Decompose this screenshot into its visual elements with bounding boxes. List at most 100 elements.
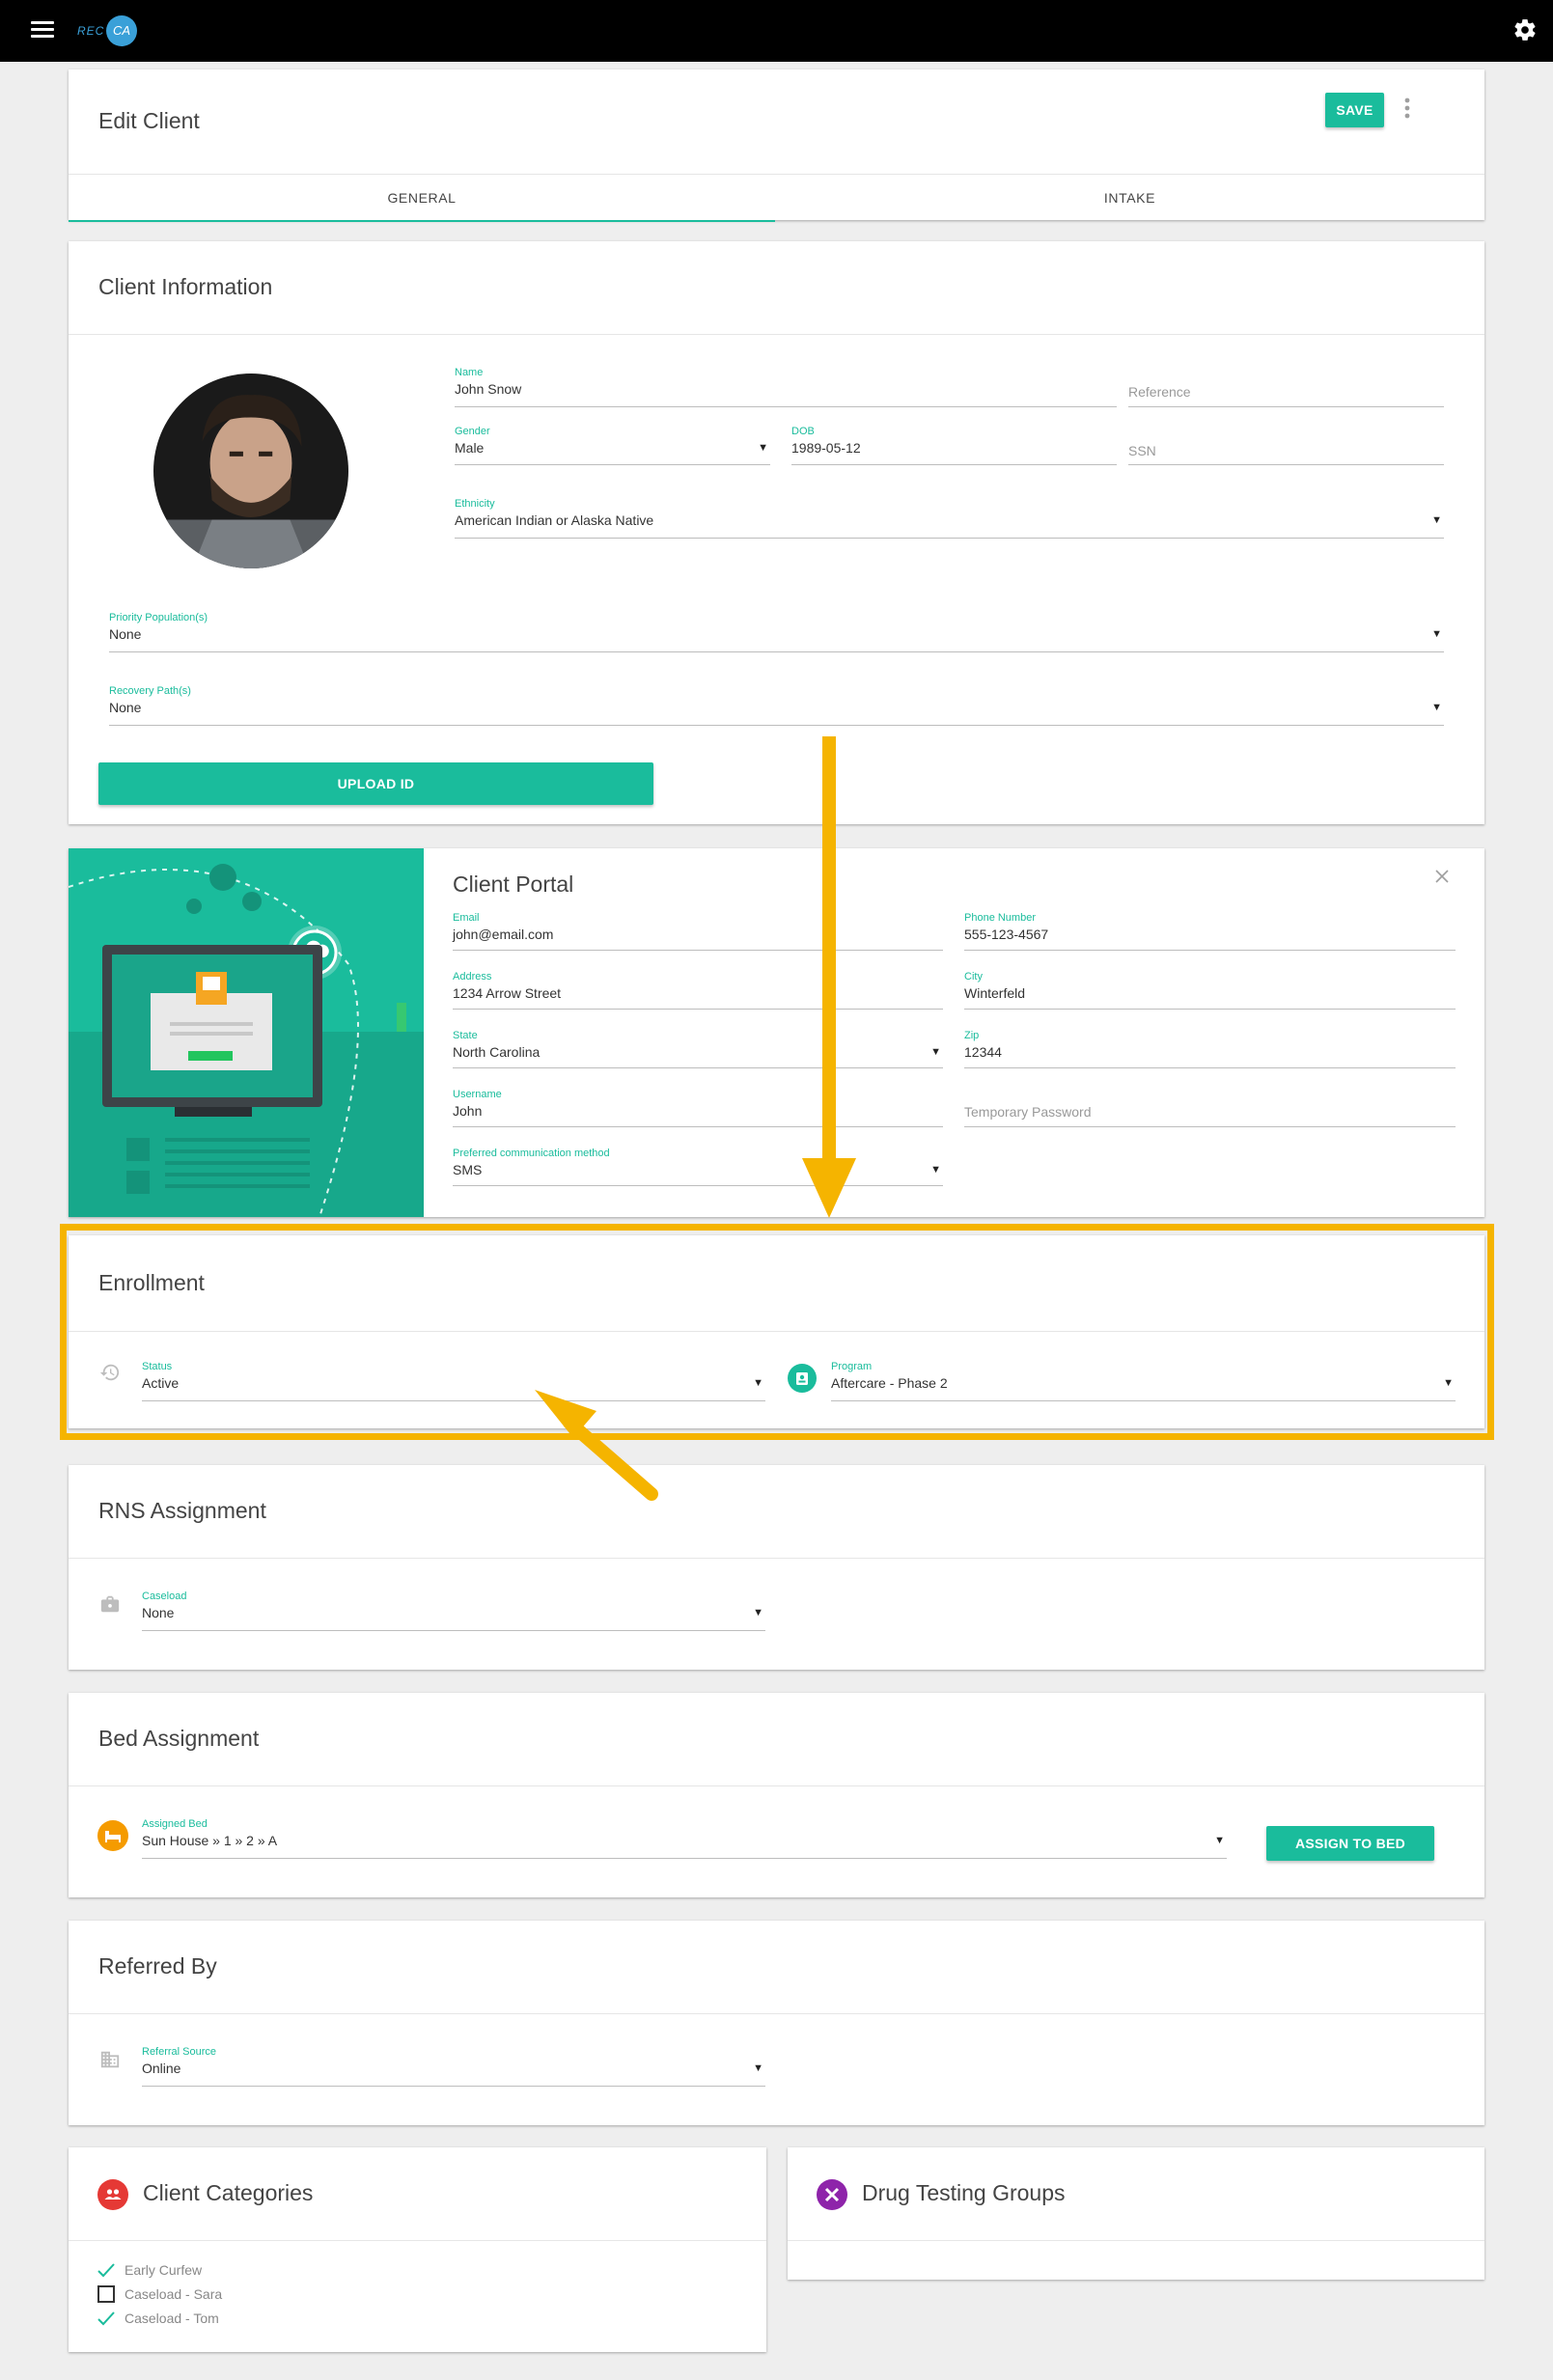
address-field[interactable]: Address 1234 Arrow Street	[453, 971, 943, 1010]
page-title: Edit Client	[98, 108, 200, 133]
field-underline	[453, 1185, 943, 1186]
client-portal-card: Client Portal Email john@email.com Phone…	[69, 848, 1484, 1217]
checkbox-unchecked-icon[interactable]	[97, 2284, 116, 2304]
field-underline	[964, 950, 1456, 951]
zip-value: 12344	[964, 1044, 1002, 1060]
category-label: Early Curfew	[125, 2262, 203, 2278]
enrollment-highlight-box	[60, 1224, 1494, 1440]
rns-assignment-card: RNS Assignment Caseload None ▼	[69, 1465, 1484, 1670]
zip-field[interactable]: Zip 12344	[964, 1030, 1456, 1068]
assigned-bed-value: Sun House » 1 » 2 » A	[142, 1833, 278, 1848]
field-underline	[1128, 464, 1444, 465]
state-value: North Carolina	[453, 1044, 541, 1060]
field-underline	[791, 464, 1117, 465]
chevron-down-icon: ▼	[1431, 628, 1442, 640]
chevron-down-icon: ▼	[753, 1607, 763, 1619]
client-avatar[interactable]	[153, 374, 348, 568]
save-button[interactable]: SAVE	[1325, 93, 1384, 127]
gender-value: Male	[455, 440, 485, 456]
ethnicity-select[interactable]: Ethnicity American Indian or Alaska Nati…	[455, 498, 1444, 539]
reference-placeholder: Reference	[1128, 384, 1191, 400]
field-underline	[1128, 406, 1444, 407]
app-logo[interactable]: REC CA	[77, 14, 145, 48]
close-icon[interactable]	[1435, 870, 1449, 883]
bed-assignment-card: Bed Assignment Assigned Bed Sun House » …	[69, 1693, 1484, 1897]
assigned-bed-select[interactable]: Assigned Bed Sun House » 1 » 2 » A ▼	[142, 1818, 1227, 1859]
building-icon	[100, 2051, 120, 2068]
city-value: Winterfeld	[964, 985, 1026, 1001]
ssn-field[interactable]: SSN	[1128, 426, 1444, 465]
checkmark-icon[interactable]	[97, 2309, 116, 2328]
logo-text: REC	[77, 24, 105, 38]
logo-mark: CA	[106, 15, 137, 46]
field-underline	[964, 1009, 1456, 1010]
category-label: Caseload - Sara	[125, 2286, 223, 2302]
caseload-select[interactable]: Caseload None ▼	[142, 1591, 765, 1631]
chevron-down-icon: ▼	[753, 2062, 763, 2074]
field-underline	[453, 950, 943, 951]
priority-population-select[interactable]: Priority Population(s) None ▼	[109, 612, 1444, 652]
drug-testing-groups-card: Drug Testing Groups	[788, 2147, 1484, 2280]
checkmark-icon[interactable]	[97, 2260, 116, 2280]
field-underline	[109, 651, 1444, 652]
assigned-bed-label: Assigned Bed	[142, 1818, 208, 1830]
communication-method-label: Preferred communication method	[453, 1148, 610, 1159]
city-label: City	[964, 971, 983, 982]
gender-select[interactable]: Gender Male ▼	[455, 426, 770, 465]
upload-id-button[interactable]: UPLOAD ID	[98, 762, 653, 805]
reference-field[interactable]: Reference	[1128, 367, 1444, 407]
divider	[69, 1558, 1484, 1559]
address-value: 1234 Arrow Street	[453, 985, 562, 1001]
ethnicity-label: Ethnicity	[455, 498, 495, 510]
chevron-down-icon: ▼	[1431, 514, 1442, 526]
field-underline	[964, 1067, 1456, 1068]
menu-icon[interactable]	[31, 21, 54, 39]
phone-number-field[interactable]: Phone Number 555-123-4567	[964, 912, 1456, 951]
field-underline	[453, 1067, 943, 1068]
ssn-placeholder: SSN	[1128, 443, 1156, 458]
client-categories-title: Client Categories	[143, 2180, 314, 2205]
recovery-path-label: Recovery Path(s)	[109, 685, 191, 697]
divider	[69, 334, 1484, 335]
username-label: Username	[453, 1089, 502, 1100]
referral-source-select[interactable]: Referral Source Online ▼	[142, 2046, 765, 2087]
email-field[interactable]: Email john@email.com	[453, 912, 943, 951]
chevron-down-icon: ▼	[1431, 702, 1442, 713]
bed-assignment-title: Bed Assignment	[98, 1726, 260, 1751]
recovery-path-value: None	[109, 700, 142, 715]
gender-label: Gender	[455, 426, 490, 437]
username-field[interactable]: Username John	[453, 1089, 943, 1127]
assign-to-bed-button[interactable]: ASSIGN TO BED	[1266, 1826, 1434, 1861]
priority-population-label: Priority Population(s)	[109, 612, 208, 623]
chevron-down-icon: ▼	[930, 1046, 941, 1058]
briefcase-icon	[100, 1595, 120, 1613]
client-portal-title: Client Portal	[453, 872, 574, 897]
recovery-path-select[interactable]: Recovery Path(s) None ▼	[109, 685, 1444, 726]
bed-icon	[97, 1820, 128, 1851]
phone-number-value: 555-123-4567	[964, 927, 1049, 942]
communication-method-value: SMS	[453, 1162, 483, 1177]
more-vert-icon[interactable]	[1403, 97, 1411, 120]
state-select[interactable]: State North Carolina ▼	[453, 1030, 943, 1068]
gear-icon[interactable]	[1512, 17, 1538, 42]
caseload-label: Caseload	[142, 1591, 187, 1602]
name-field[interactable]: Name John Snow	[455, 367, 1117, 407]
communication-method-select[interactable]: Preferred communication method SMS ▼	[453, 1148, 943, 1186]
referral-source-label: Referral Source	[142, 2046, 217, 2058]
field-underline	[964, 1126, 1456, 1127]
app-top-bar: REC CA	[0, 0, 1553, 62]
city-field[interactable]: City Winterfeld	[964, 971, 1456, 1010]
referred-by-title: Referred By	[98, 1953, 217, 1979]
phone-number-label: Phone Number	[964, 912, 1036, 924]
temporary-password-field[interactable]: Temporary Password	[964, 1089, 1456, 1127]
divider	[788, 2240, 1484, 2241]
dob-field[interactable]: DOB 1989-05-12	[791, 426, 1117, 465]
temporary-password-placeholder: Temporary Password	[964, 1104, 1092, 1120]
chevron-down-icon: ▼	[930, 1164, 941, 1176]
tab-general[interactable]: GENERAL	[69, 175, 775, 221]
tab-intake[interactable]: INTAKE	[775, 175, 1484, 221]
field-underline	[453, 1126, 943, 1127]
field-underline	[142, 1858, 1227, 1859]
field-underline	[455, 406, 1117, 407]
people-icon	[97, 2179, 128, 2210]
